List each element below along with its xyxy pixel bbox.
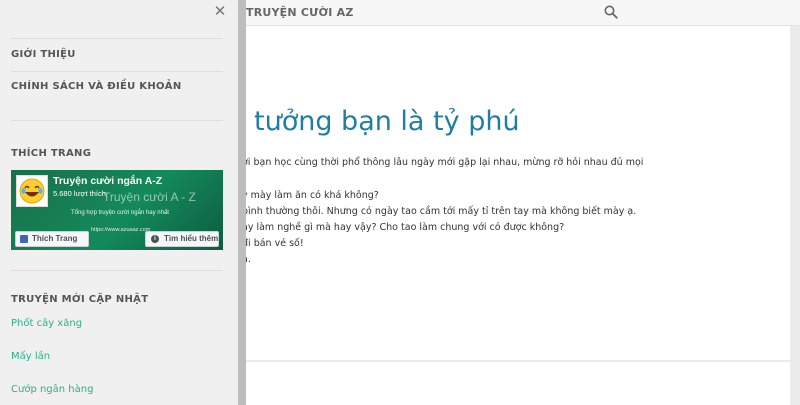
fb-like-count: 5.680 lượt thích [53,189,106,198]
info-icon: i [151,235,159,243]
fb-cover-tagline: Tổng hợp truyện cười ngắn hay nhất [71,210,169,216]
nav-item-about[interactable]: GIỚI THIỆU [11,49,76,60]
facebook-page-plugin[interactable]: Truyện cười ngắn A-Z 5.680 lượt thích Tr… [11,170,223,250]
divider [11,120,223,121]
recent-stories-heading: TRUYỆN MỚI CẬP NHẬT [11,294,149,305]
fb-learn-more-button[interactable]: i Tìm hiểu thêm [145,231,219,247]
fb-learn-more-label: Tìm hiểu thêm [164,234,219,243]
divider [11,38,223,39]
story-title[interactable]: tưởng bạn là tỷ phú [254,106,520,137]
site-title[interactable]: TRUYỆN CƯỜI AZ [246,6,354,19]
search-icon[interactable] [604,5,618,19]
fb-page-name[interactable]: Truyện cười ngắn A-Z [53,175,162,187]
nav-item-policy[interactable]: CHÍNH SÁCH VÀ ĐIỀU KHOẢN [11,81,182,92]
laughing-emoji-icon[interactable] [16,175,48,207]
close-icon[interactable]: ✕ [212,3,228,19]
recent-story-link[interactable]: Cướp ngân hàng [11,384,93,395]
story-line: ới bạn học cùng thời phổ thông lâu ngày … [242,157,644,168]
sidebar-drawer: ✕ GIỚI THIỆU CHÍNH SÁCH VÀ ĐIỀU KHOẢN TH… [0,0,238,405]
divider [11,270,223,271]
story-line: y mày làm ăn có khá không? [242,190,379,201]
story-line: bình thường thôi. Nhưng có ngày tao cầm … [242,206,637,217]
story-line: ày làm nghề gì mà hay vậy? Cho tao làm c… [242,222,565,233]
fb-like-page-button[interactable]: Thích Trang [15,231,89,247]
recent-story-link[interactable]: Phốt cây xăng [11,318,82,329]
fb-cover-url: https://www.azuaaz.com [91,227,151,233]
recent-story-link[interactable]: Mấy lần [11,351,50,362]
like-page-heading: THÍCH TRANG [11,148,92,159]
fb-like-page-label: Thích Trang [32,234,78,243]
next-card [246,362,790,405]
drawer-scrollbar[interactable] [238,0,246,405]
facebook-icon [20,235,28,243]
divider [11,71,223,72]
fb-cover-title: Truyện cười A - Z [103,190,196,204]
story-line: đi bán vé số! [242,238,304,249]
